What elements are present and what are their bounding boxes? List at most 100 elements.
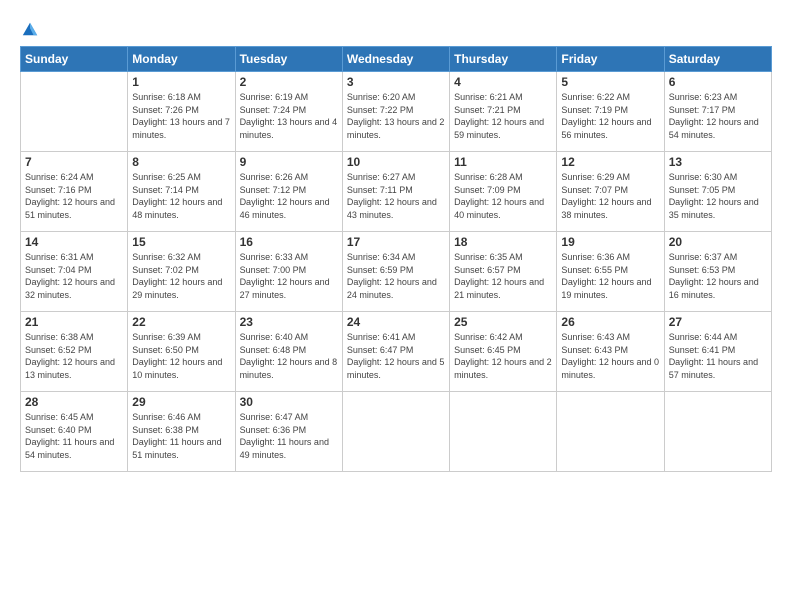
day-number: 22 xyxy=(132,315,230,329)
day-number: 17 xyxy=(347,235,445,249)
calendar-cell: 1Sunrise: 6:18 AMSunset: 7:26 PMDaylight… xyxy=(128,72,235,152)
day-info: Sunrise: 6:22 AMSunset: 7:19 PMDaylight:… xyxy=(561,91,659,141)
calendar-cell: 4Sunrise: 6:21 AMSunset: 7:21 PMDaylight… xyxy=(450,72,557,152)
calendar-cell: 20 Sunrise: 6:37 AMSunset: 6:53 PMDayligh… xyxy=(664,232,771,312)
calendar-cell xyxy=(664,392,771,472)
calendar-cell: 17 Sunrise: 6:34 AMSunset: 6:59 PMDayligh… xyxy=(342,232,449,312)
day-info: Sunrise: 6:39 AMSunset: 6:50 PMDaylight:… xyxy=(132,331,230,381)
col-header-wednesday: Wednesday xyxy=(342,47,449,72)
day-info: Sunrise: 6:26 AMSunset: 7:12 PMDaylight:… xyxy=(240,171,338,221)
day-info: Sunrise: 6:42 AMSunset: 6:45 PMDaylight:… xyxy=(454,331,552,381)
calendar-cell: 16 Sunrise: 6:33 AMSunset: 7:00 PMDayligh… xyxy=(235,232,342,312)
calendar-cell: 27Sunrise: 6:44 AMSunset: 6:41 PMDayligh… xyxy=(664,312,771,392)
calendar-cell: 9 Sunrise: 6:26 AMSunset: 7:12 PMDaylight… xyxy=(235,152,342,232)
calendar-cell xyxy=(450,392,557,472)
day-info: Sunrise: 6:28 AMSunset: 7:09 PMDaylight:… xyxy=(454,171,552,221)
calendar-cell: 3 Sunrise: 6:20 AMSunset: 7:22 PMDaylight… xyxy=(342,72,449,152)
day-number: 29 xyxy=(132,395,230,409)
day-number: 19 xyxy=(561,235,659,249)
calendar-cell: 8Sunrise: 6:25 AMSunset: 7:14 PMDaylight… xyxy=(128,152,235,232)
calendar-cell: 12 Sunrise: 6:29 AMSunset: 7:07 PMDayligh… xyxy=(557,152,664,232)
day-number: 25 xyxy=(454,315,552,329)
calendar-cell: 21 Sunrise: 6:38 AMSunset: 6:52 PMDayligh… xyxy=(21,312,128,392)
day-number: 10 xyxy=(347,155,445,169)
day-number: 11 xyxy=(454,155,552,169)
day-number: 6 xyxy=(669,75,767,89)
day-info: Sunrise: 6:27 AMSunset: 7:11 PMDaylight:… xyxy=(347,171,445,221)
col-header-friday: Friday xyxy=(557,47,664,72)
logo-text xyxy=(20,20,39,38)
day-info: Sunrise: 6:33 AMSunset: 7:00 PMDaylight:… xyxy=(240,251,338,301)
calendar-cell: 28 Sunrise: 6:45 AMSunset: 6:40 PMDayligh… xyxy=(21,392,128,472)
day-number: 9 xyxy=(240,155,338,169)
day-number: 12 xyxy=(561,155,659,169)
day-number: 28 xyxy=(25,395,123,409)
day-info: Sunrise: 6:40 AMSunset: 6:48 PMDaylight:… xyxy=(240,331,338,381)
calendar-cell: 19 Sunrise: 6:36 AMSunset: 6:55 PMDayligh… xyxy=(557,232,664,312)
day-number: 27 xyxy=(669,315,767,329)
calendar-cell: 14 Sunrise: 6:31 AMSunset: 7:04 PMDayligh… xyxy=(21,232,128,312)
logo xyxy=(20,20,39,38)
calendar-cell: 5Sunrise: 6:22 AMSunset: 7:19 PMDaylight… xyxy=(557,72,664,152)
calendar-cell: 7 Sunrise: 6:24 AMSunset: 7:16 PMDaylight… xyxy=(21,152,128,232)
calendar-cell: 26 Sunrise: 6:43 AMSunset: 6:43 PMDayligh… xyxy=(557,312,664,392)
day-info: Sunrise: 6:41 AMSunset: 6:47 PMDaylight:… xyxy=(347,331,445,381)
calendar-cell: 22 Sunrise: 6:39 AMSunset: 6:50 PMDayligh… xyxy=(128,312,235,392)
day-number: 15 xyxy=(132,235,230,249)
col-header-tuesday: Tuesday xyxy=(235,47,342,72)
calendar-week-5: 28 Sunrise: 6:45 AMSunset: 6:40 PMDayligh… xyxy=(21,392,772,472)
day-number: 23 xyxy=(240,315,338,329)
day-number: 18 xyxy=(454,235,552,249)
logo-icon xyxy=(21,20,39,38)
day-info: Sunrise: 6:29 AMSunset: 7:07 PMDaylight:… xyxy=(561,171,659,221)
calendar-week-2: 7 Sunrise: 6:24 AMSunset: 7:16 PMDaylight… xyxy=(21,152,772,232)
day-info: Sunrise: 6:43 AMSunset: 6:43 PMDaylight:… xyxy=(561,331,659,381)
col-header-monday: Monday xyxy=(128,47,235,72)
calendar-cell: 15Sunrise: 6:32 AMSunset: 7:02 PMDayligh… xyxy=(128,232,235,312)
day-number: 30 xyxy=(240,395,338,409)
calendar-table: SundayMondayTuesdayWednesdayThursdayFrid… xyxy=(20,46,772,472)
calendar-cell: 23 Sunrise: 6:40 AMSunset: 6:48 PMDayligh… xyxy=(235,312,342,392)
calendar-cell: 6 Sunrise: 6:23 AMSunset: 7:17 PMDaylight… xyxy=(664,72,771,152)
day-info: Sunrise: 6:36 AMSunset: 6:55 PMDaylight:… xyxy=(561,251,659,301)
day-info: Sunrise: 6:38 AMSunset: 6:52 PMDaylight:… xyxy=(25,331,123,381)
day-number: 3 xyxy=(347,75,445,89)
day-info: Sunrise: 6:35 AMSunset: 6:57 PMDaylight:… xyxy=(454,251,552,301)
day-number: 8 xyxy=(132,155,230,169)
col-header-thursday: Thursday xyxy=(450,47,557,72)
calendar-cell: 25 Sunrise: 6:42 AMSunset: 6:45 PMDayligh… xyxy=(450,312,557,392)
day-info: Sunrise: 6:31 AMSunset: 7:04 PMDaylight:… xyxy=(25,251,123,301)
day-number: 13 xyxy=(669,155,767,169)
calendar-cell: 29 Sunrise: 6:46 AMSunset: 6:38 PMDayligh… xyxy=(128,392,235,472)
calendar-cell: 10 Sunrise: 6:27 AMSunset: 7:11 PMDayligh… xyxy=(342,152,449,232)
day-number: 21 xyxy=(25,315,123,329)
day-info: Sunrise: 6:37 AMSunset: 6:53 PMDaylight:… xyxy=(669,251,767,301)
calendar-cell: 24Sunrise: 6:41 AMSunset: 6:47 PMDayligh… xyxy=(342,312,449,392)
day-number: 26 xyxy=(561,315,659,329)
day-info: Sunrise: 6:30 AMSunset: 7:05 PMDaylight:… xyxy=(669,171,767,221)
day-info: Sunrise: 6:47 AMSunset: 6:36 PMDaylight:… xyxy=(240,411,338,461)
day-number: 7 xyxy=(25,155,123,169)
col-header-sunday: Sunday xyxy=(21,47,128,72)
col-header-saturday: Saturday xyxy=(664,47,771,72)
day-number: 20 xyxy=(669,235,767,249)
day-info: Sunrise: 6:34 AMSunset: 6:59 PMDaylight:… xyxy=(347,251,445,301)
day-info: Sunrise: 6:46 AMSunset: 6:38 PMDaylight:… xyxy=(132,411,230,461)
calendar-cell: 11 Sunrise: 6:28 AMSunset: 7:09 PMDayligh… xyxy=(450,152,557,232)
calendar-cell xyxy=(342,392,449,472)
day-info: Sunrise: 6:18 AMSunset: 7:26 PMDaylight:… xyxy=(132,91,230,141)
day-number: 2 xyxy=(240,75,338,89)
calendar-cell: 2Sunrise: 6:19 AMSunset: 7:24 PMDaylight… xyxy=(235,72,342,152)
day-number: 16 xyxy=(240,235,338,249)
day-info: Sunrise: 6:20 AMSunset: 7:22 PMDaylight:… xyxy=(347,91,445,141)
day-info: Sunrise: 6:45 AMSunset: 6:40 PMDaylight:… xyxy=(25,411,123,461)
day-info: Sunrise: 6:24 AMSunset: 7:16 PMDaylight:… xyxy=(25,171,123,221)
calendar-cell xyxy=(557,392,664,472)
calendar-cell: 18 Sunrise: 6:35 AMSunset: 6:57 PMDayligh… xyxy=(450,232,557,312)
calendar-week-4: 21 Sunrise: 6:38 AMSunset: 6:52 PMDayligh… xyxy=(21,312,772,392)
calendar-header-row: SundayMondayTuesdayWednesdayThursdayFrid… xyxy=(21,47,772,72)
day-number: 14 xyxy=(25,235,123,249)
calendar-week-1: 1Sunrise: 6:18 AMSunset: 7:26 PMDaylight… xyxy=(21,72,772,152)
day-info: Sunrise: 6:23 AMSunset: 7:17 PMDaylight:… xyxy=(669,91,767,141)
day-number: 4 xyxy=(454,75,552,89)
